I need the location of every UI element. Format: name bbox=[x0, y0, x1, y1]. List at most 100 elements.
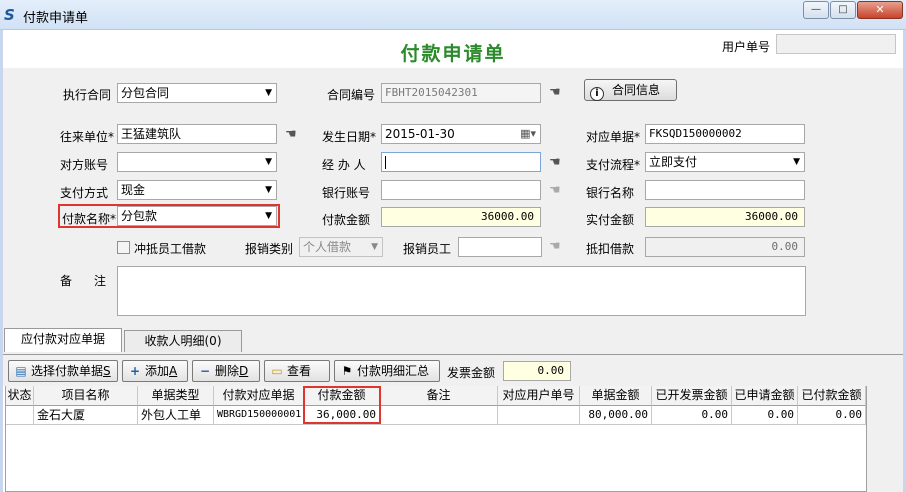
document-select-icon: ▤ bbox=[15, 364, 27, 378]
info-icon: i bbox=[590, 87, 604, 101]
select-shortcut: S bbox=[103, 364, 111, 378]
column-header[interactable]: 单据类型 bbox=[138, 386, 214, 406]
column-header[interactable]: 付款对应单据 bbox=[214, 386, 304, 406]
folder-icon: ▭ bbox=[271, 364, 283, 378]
bank-account-label: 银行账号 bbox=[322, 186, 371, 200]
calendar-dropdown-icon[interactable]: ▦▾ bbox=[520, 125, 536, 143]
deduct-loan-field[interactable]: 0.00 bbox=[645, 237, 805, 257]
view-button[interactable]: ▭ 查看 bbox=[264, 360, 330, 382]
contract-select[interactable]: 分包合同 ▼ bbox=[117, 83, 277, 103]
reimb-staff-label: 报销员工 bbox=[403, 242, 452, 256]
flow-select[interactable]: 立即支付 ▼ bbox=[645, 152, 805, 172]
table-cell[interactable]: 0.00 bbox=[652, 406, 732, 425]
actual-amount-field[interactable]: 36000.00 bbox=[645, 207, 805, 227]
column-header[interactable]: 单据金额 bbox=[580, 386, 652, 406]
contract-code-field[interactable]: FBHT2015042301 bbox=[381, 83, 541, 103]
remark-label-part2: 注 bbox=[94, 274, 107, 288]
column-header[interactable]: 对应用户单号 bbox=[498, 386, 580, 406]
close-button[interactable]: ✕ bbox=[857, 1, 903, 19]
account-select[interactable]: ▼ bbox=[117, 152, 277, 172]
handler-field[interactable] bbox=[381, 152, 541, 172]
column-header[interactable]: 已开发票金额 bbox=[652, 386, 732, 406]
table-cell[interactable] bbox=[380, 406, 498, 425]
flow-select-value: 立即支付 bbox=[649, 155, 698, 169]
reimb-staff-field[interactable] bbox=[458, 237, 542, 257]
table-cell[interactable]: 金石大厦 bbox=[34, 406, 138, 425]
contract-code-label: 合同编号 bbox=[327, 88, 376, 102]
column-header[interactable]: 状态 bbox=[6, 386, 34, 406]
tab-payables[interactable]: 应付款对应单据 bbox=[4, 328, 122, 352]
payment-summary-label: 付款明细汇总 bbox=[357, 364, 430, 378]
column-header[interactable]: 已付款金额 bbox=[798, 386, 866, 406]
bank-name-label: 银行名称 bbox=[586, 186, 635, 200]
column-header[interactable]: 项目名称 bbox=[34, 386, 138, 406]
partner-label: 往来单位* bbox=[60, 130, 115, 144]
partner-field[interactable]: 王猛建筑队 bbox=[117, 124, 277, 144]
remark-label-part1: 备 bbox=[60, 274, 73, 288]
add-button[interactable]: + 添加A bbox=[122, 360, 188, 382]
pointer-hand-icon[interactable]: ☚ bbox=[285, 128, 301, 142]
text-caret bbox=[385, 156, 386, 169]
table-cell[interactable] bbox=[6, 406, 34, 425]
table-cell[interactable] bbox=[498, 406, 580, 425]
delete-button[interactable]: − 删除D bbox=[192, 360, 260, 382]
table-cell[interactable]: 0.00 bbox=[732, 406, 798, 425]
payment-summary-button[interactable]: ⚑ 付款明细汇总 bbox=[334, 360, 440, 382]
app-logo-icon: S bbox=[4, 6, 15, 24]
user-no-input[interactable] bbox=[776, 34, 896, 54]
select-payment-docs-button[interactable]: ▤ 选择付款单据S bbox=[8, 360, 118, 382]
minimize-button[interactable]: — bbox=[803, 1, 829, 19]
chevron-down-icon: ▼ bbox=[265, 185, 272, 195]
remark-textarea[interactable] bbox=[117, 266, 806, 316]
user-no-label: 用户单号 bbox=[722, 40, 771, 54]
table-cell[interactable]: WBRGD150000001 bbox=[214, 406, 304, 425]
contract-label: 执行合同 bbox=[63, 88, 112, 102]
delete-shortcut: D bbox=[239, 364, 249, 378]
window-titlebar: S 付款申请单 — □ ✕ bbox=[0, 0, 906, 30]
add-button-label: 添加 bbox=[145, 364, 170, 378]
table-cell[interactable]: 0.00 bbox=[798, 406, 866, 425]
contract-info-button[interactable]: i 合同信息 bbox=[584, 79, 677, 101]
reimb-type-select[interactable]: 个人借款 ▼ bbox=[299, 237, 383, 257]
pay-method-select[interactable]: 现金 ▼ bbox=[117, 180, 277, 200]
chevron-down-icon: ▼ bbox=[265, 88, 272, 98]
pay-name-value: 分包款 bbox=[121, 209, 158, 223]
grid-empty-area bbox=[867, 386, 903, 492]
ref-doc-label: 对应单据* bbox=[586, 130, 641, 144]
deduct-loan-label: 抵扣借款 bbox=[586, 242, 635, 256]
date-value: 2015-01-30 bbox=[385, 127, 455, 141]
invoice-amount-label: 发票金额 bbox=[447, 366, 496, 380]
table-cell[interactable]: 80,000.00 bbox=[580, 406, 652, 425]
pointer-hand-icon[interactable]: ☚ bbox=[549, 240, 565, 254]
column-header[interactable]: 已申请金额 bbox=[732, 386, 798, 406]
bank-name-field[interactable] bbox=[645, 180, 805, 200]
pointer-hand-icon[interactable]: ☚ bbox=[549, 86, 565, 100]
reimb-type-value: 个人借款 bbox=[303, 240, 352, 254]
select-payment-docs-label: 选择付款单据 bbox=[31, 364, 104, 378]
chevron-down-icon: ▼ bbox=[265, 157, 272, 167]
column-header[interactable]: 备注 bbox=[380, 386, 498, 406]
pointer-hand-icon[interactable]: ☚ bbox=[549, 184, 565, 198]
pay-name-select[interactable]: 分包款 ▼ bbox=[117, 206, 277, 226]
pay-name-label: 付款名称* bbox=[62, 212, 117, 226]
account-label: 对方账号 bbox=[60, 158, 109, 172]
view-button-label: 查看 bbox=[287, 364, 312, 378]
table-cell[interactable]: 外包人工单 bbox=[138, 406, 214, 425]
date-field[interactable]: 2015-01-30 ▦▾ bbox=[381, 124, 541, 144]
maximize-button[interactable]: □ bbox=[830, 1, 856, 19]
pay-amount-column-highlight bbox=[303, 386, 381, 424]
reimb-type-label: 报销类别 bbox=[245, 242, 294, 256]
minus-icon: − bbox=[199, 364, 211, 378]
checkered-flag-icon: ⚑ bbox=[341, 364, 353, 378]
plus-icon: + bbox=[129, 364, 141, 378]
offset-loan-checkbox[interactable] bbox=[117, 241, 130, 254]
pay-amount-field[interactable]: 36000.00 bbox=[381, 207, 541, 227]
tab-payees[interactable]: 收款人明细(0) bbox=[124, 330, 242, 352]
chevron-down-icon: ▼ bbox=[793, 157, 800, 167]
ref-doc-field[interactable]: FKSQD150000002 bbox=[645, 124, 805, 144]
date-label: 发生日期* bbox=[322, 130, 377, 144]
bank-account-field[interactable] bbox=[381, 180, 541, 200]
pointer-hand-icon[interactable]: ☚ bbox=[549, 156, 565, 170]
chevron-down-icon: ▼ bbox=[371, 242, 378, 252]
invoice-amount-field[interactable]: 0.00 bbox=[503, 361, 571, 381]
